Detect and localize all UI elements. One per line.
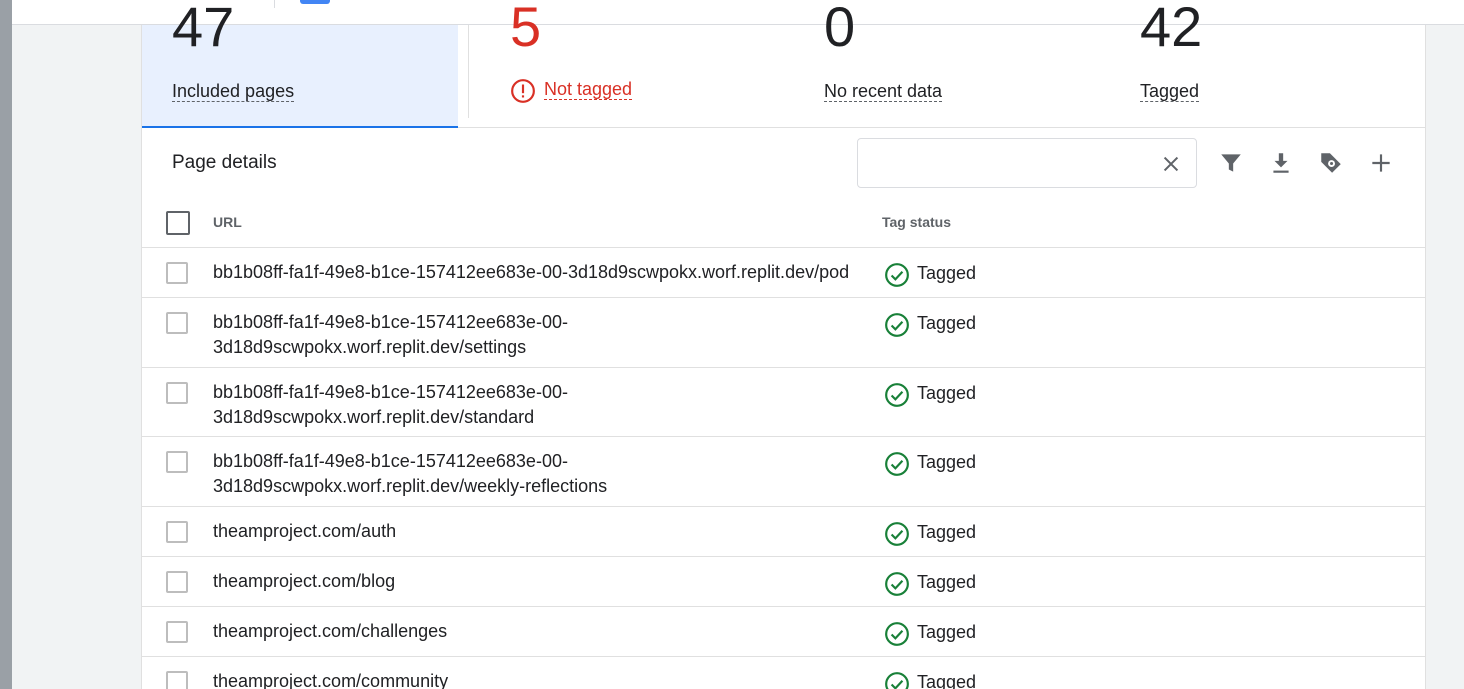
check-circle-icon — [885, 572, 909, 596]
stat-not-tagged[interactable]: 5 Not tagged — [480, 0, 780, 128]
row-status-label: Tagged — [917, 313, 977, 333]
row-url: bb1b08ff-fa1f-49e8-b1ce-157412ee683e-00-… — [213, 380, 863, 430]
table-row[interactable]: theamproject.com/challenges Tagged — [142, 607, 1426, 657]
check-circle-icon — [885, 383, 909, 407]
stat-tagged[interactable]: 42 Tagged — [1110, 0, 1410, 128]
check-circle-icon — [885, 313, 909, 337]
row-url-line-2: 3d18d9scwpokx.worf.replit.dev/settings — [213, 337, 527, 357]
stat-included-count: 47 — [172, 0, 235, 58]
stat-divider — [468, 25, 469, 118]
filter-icon[interactable] — [1218, 150, 1244, 176]
tag-settings-icon[interactable] — [1318, 150, 1344, 176]
table-row[interactable]: bb1b08ff-fa1f-49e8-b1ce-157412ee683e-00-… — [142, 437, 1426, 507]
table-row[interactable]: bb1b08ff-fa1f-49e8-b1ce-157412ee683e-00-… — [142, 248, 1426, 298]
stat-included-pages[interactable]: 47 Included pages — [142, 0, 458, 128]
row-status-label: Tagged — [917, 383, 977, 403]
row-url: theamproject.com/blog — [213, 571, 396, 591]
table-row[interactable]: theamproject.com/blog Tagged — [142, 557, 1426, 607]
add-icon[interactable] — [1368, 150, 1394, 176]
download-icon[interactable] — [1268, 150, 1294, 176]
row-status-label: Tagged — [917, 622, 977, 642]
row-checkbox[interactable] — [166, 451, 188, 473]
check-circle-icon — [885, 672, 909, 689]
search-input[interactable] — [868, 149, 1148, 177]
stat-not-tagged-label[interactable]: Not tagged — [544, 79, 633, 100]
row-status-label: Tagged — [917, 452, 977, 472]
row-checkbox[interactable] — [166, 262, 188, 284]
error-icon — [511, 79, 535, 103]
row-url: theamproject.com/auth — [213, 521, 397, 541]
stat-tagged-count: 42 — [1140, 0, 1203, 58]
check-circle-icon — [885, 263, 909, 287]
page-details-card: 47 Included pages 5 Not tagged 0 No rece… — [141, 0, 1426, 689]
row-checkbox[interactable] — [166, 621, 188, 643]
check-circle-icon — [885, 622, 909, 646]
table-row[interactable]: theamproject.com/community Tagged — [142, 657, 1426, 689]
table-row[interactable]: bb1b08ff-fa1f-49e8-b1ce-157412ee683e-00-… — [142, 368, 1426, 437]
row-url-line-2: 3d18d9scwpokx.worf.replit.dev/standard — [213, 407, 535, 427]
close-icon[interactable] — [1160, 153, 1182, 175]
check-circle-icon — [885, 522, 909, 546]
row-url-line-2: 3d18d9scwpokx.worf.replit.dev/weekly-ref… — [213, 476, 608, 496]
column-header-url[interactable]: URL — [213, 214, 242, 230]
row-url: bb1b08ff-fa1f-49e8-b1ce-157412ee683e-00-… — [213, 449, 863, 499]
row-url-line-1: bb1b08ff-fa1f-49e8-b1ce-157412ee683e-00- — [213, 382, 568, 402]
row-status-label: Tagged — [917, 522, 977, 542]
left-scroll-strip — [0, 0, 12, 689]
stat-no-recent-data[interactable]: 0 No recent data — [794, 0, 1094, 128]
stat-tagged-label[interactable]: Tagged — [1140, 81, 1200, 102]
row-url: bb1b08ff-fa1f-49e8-b1ce-157412ee683e-00-… — [213, 262, 850, 282]
row-url-line-1: bb1b08ff-fa1f-49e8-b1ce-157412ee683e-00- — [213, 451, 568, 471]
summary-stats: 47 Included pages 5 Not tagged 0 No rece… — [142, 0, 1426, 128]
column-header-tag-status[interactable]: Tag status — [882, 214, 951, 230]
table-row[interactable]: theamproject.com/auth Tagged — [142, 507, 1426, 557]
row-url: theamproject.com/community — [213, 671, 449, 689]
select-all-checkbox[interactable] — [166, 211, 190, 235]
row-checkbox[interactable] — [166, 382, 188, 404]
row-url-line-1: bb1b08ff-fa1f-49e8-b1ce-157412ee683e-00- — [213, 312, 568, 332]
row-checkbox[interactable] — [166, 521, 188, 543]
row-status-label: Tagged — [917, 672, 977, 689]
table-row[interactable]: bb1b08ff-fa1f-49e8-b1ce-157412ee683e-00-… — [142, 298, 1426, 368]
row-status-label: Tagged — [917, 263, 977, 283]
row-checkbox[interactable] — [166, 671, 188, 689]
row-checkbox[interactable] — [166, 571, 188, 593]
stat-included-label[interactable]: Included pages — [172, 81, 295, 102]
stat-no-recent-count: 0 — [824, 0, 856, 58]
top-chip[interactable] — [300, 0, 330, 4]
row-status-label: Tagged — [917, 572, 977, 592]
row-checkbox[interactable] — [166, 312, 188, 334]
row-url: bb1b08ff-fa1f-49e8-b1ce-157412ee683e-00-… — [213, 310, 863, 360]
row-url: theamproject.com/challenges — [213, 621, 448, 641]
search-box[interactable] — [857, 138, 1197, 188]
table-toolbar: Page details — [142, 128, 1426, 196]
page-details-title: Page details — [172, 152, 277, 173]
top-divider — [274, 0, 275, 8]
table-header: URL Tag status — [142, 196, 1426, 248]
check-circle-icon — [885, 452, 909, 476]
stat-no-recent-label[interactable]: No recent data — [824, 81, 943, 102]
stat-not-tagged-count: 5 — [510, 0, 542, 58]
